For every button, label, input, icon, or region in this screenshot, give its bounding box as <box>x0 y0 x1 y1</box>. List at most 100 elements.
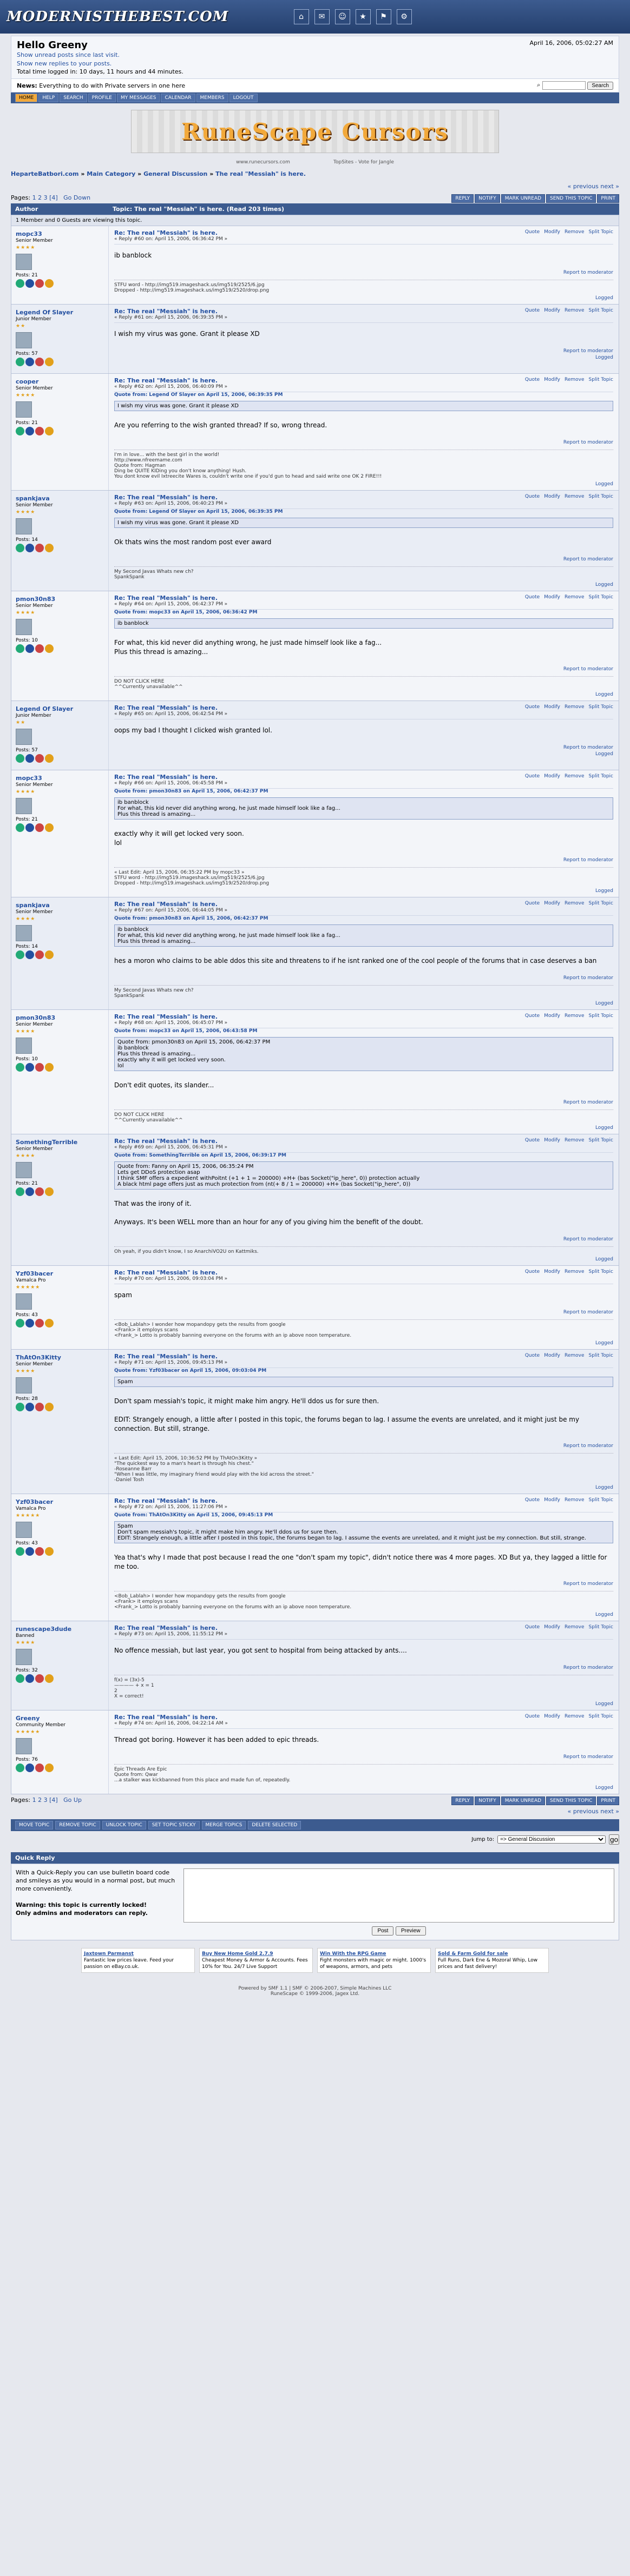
email-icon[interactable] <box>35 1763 44 1772</box>
quote-header[interactable]: Quote from: pmon30n83 on April 15, 2006,… <box>114 789 613 794</box>
profile-icon[interactable] <box>16 823 24 832</box>
prev-next-link-bottom[interactable]: « previous next » <box>568 1808 619 1815</box>
jump-go-button[interactable]: go <box>609 1834 619 1845</box>
email-icon[interactable] <box>35 544 44 552</box>
post-title[interactable]: Re: The real "Messiah" is here. <box>114 1138 218 1145</box>
poster-name[interactable]: pmon30n83 <box>16 1014 104 1021</box>
remove-button[interactable]: Remove <box>565 494 585 499</box>
email-icon[interactable] <box>35 754 44 763</box>
quote-button[interactable]: Quote <box>525 901 540 906</box>
user-icon[interactable]: ☺ <box>334 9 350 24</box>
website-icon[interactable] <box>25 544 34 552</box>
email-icon[interactable] <box>35 1187 44 1196</box>
quote-button[interactable]: Quote <box>525 774 540 779</box>
split-topic-button[interactable]: Split Topic <box>589 1269 613 1274</box>
website-icon[interactable] <box>25 644 34 653</box>
email-icon[interactable] <box>35 1319 44 1327</box>
pm-icon[interactable] <box>45 1063 54 1072</box>
crumb-category[interactable]: Main Category <box>87 170 135 177</box>
profile-icon[interactable] <box>16 1403 24 1411</box>
quote-button[interactable]: Quote <box>525 377 540 382</box>
post-title[interactable]: Re: The real "Messiah" is here. <box>114 901 218 908</box>
pm-icon[interactable] <box>45 1763 54 1772</box>
poster-name[interactable]: mopc33 <box>16 775 104 782</box>
remove-button[interactable]: Remove <box>565 1269 585 1274</box>
search-button[interactable]: Search <box>587 81 613 90</box>
modify-button[interactable]: Modify <box>544 1353 560 1358</box>
email-icon[interactable] <box>35 1674 44 1683</box>
split-topic-button[interactable]: Split Topic <box>589 1624 613 1630</box>
search-input[interactable] <box>542 81 586 90</box>
modify-button[interactable]: Modify <box>544 377 560 382</box>
post-title[interactable]: Re: The real "Messiah" is here. <box>114 1624 218 1632</box>
menu-item-calendar[interactable]: CALENDAR <box>161 94 195 102</box>
menu-item-search[interactable]: SEARCH <box>60 94 87 102</box>
post-title[interactable]: Re: The real "Messiah" is here. <box>114 1013 218 1020</box>
notify-button[interactable]: NOTIFY <box>475 194 500 203</box>
email-icon[interactable] <box>35 1403 44 1411</box>
menu-item-help[interactable]: HELP <box>38 94 59 102</box>
report-link[interactable]: Report to moderator <box>114 1306 613 1316</box>
modify-button[interactable]: Modify <box>544 774 560 779</box>
email-icon[interactable] <box>35 358 44 366</box>
quote-header[interactable]: Quote from: SomethingTerrible on April 1… <box>114 1153 613 1158</box>
website-icon[interactable] <box>25 823 34 832</box>
profile-icon[interactable] <box>16 1547 24 1556</box>
split-topic-button[interactable]: Split Topic <box>589 774 613 779</box>
menu-item-members[interactable]: MEMBERS <box>196 94 228 102</box>
crumb-site[interactable]: HeparteBatbori.com <box>11 170 79 177</box>
poster-name[interactable]: runescape3dude <box>16 1626 104 1633</box>
post-title[interactable]: Re: The real "Messiah" is here. <box>114 774 218 781</box>
profile-icon[interactable] <box>16 279 24 288</box>
profile-icon[interactable] <box>16 427 24 435</box>
email-icon[interactable] <box>35 279 44 288</box>
menu-item-home[interactable]: HOME <box>15 94 38 102</box>
modify-button[interactable]: Modify <box>544 1497 560 1503</box>
quote-button[interactable]: Quote <box>525 704 540 710</box>
quote-button[interactable]: Quote <box>525 1269 540 1274</box>
remove-button[interactable]: Remove <box>565 1624 585 1630</box>
modify-button[interactable]: Modify <box>544 1714 560 1719</box>
quote-button[interactable]: Quote <box>525 308 540 313</box>
post-title[interactable]: Re: The real "Messiah" is here. <box>114 1497 218 1504</box>
email-icon[interactable] <box>35 1547 44 1556</box>
set-topic-sticky-button[interactable]: SET TOPIC STICKY <box>148 1821 200 1829</box>
email-icon[interactable] <box>35 644 44 653</box>
quote-header[interactable]: Quote from: Legend Of Slayer on April 15… <box>114 509 613 514</box>
pm-icon[interactable] <box>45 950 54 959</box>
poster-name[interactable]: mopc33 <box>16 230 104 237</box>
site-logo[interactable]: MODERNISTHEBEST.COM <box>6 9 229 25</box>
pm-icon[interactable] <box>45 1547 54 1556</box>
website-icon[interactable] <box>25 1547 34 1556</box>
website-icon[interactable] <box>25 1403 34 1411</box>
preview-button[interactable]: Preview <box>395 1926 426 1936</box>
jump-select[interactable]: => General Discussion <box>497 1835 606 1844</box>
split-topic-button[interactable]: Split Topic <box>589 308 613 313</box>
modify-button[interactable]: Modify <box>544 494 560 499</box>
poster-name[interactable]: Legend Of Slayer <box>16 309 104 316</box>
pm-icon[interactable] <box>45 1319 54 1327</box>
modify-button[interactable]: Modify <box>544 595 560 600</box>
website-icon[interactable] <box>25 1763 34 1772</box>
pm-icon[interactable] <box>45 754 54 763</box>
report-link[interactable]: Report to moderator <box>114 663 613 673</box>
website-icon[interactable] <box>25 950 34 959</box>
remove-button[interactable]: Remove <box>565 901 585 906</box>
website-icon[interactable] <box>25 1063 34 1072</box>
remove-button[interactable]: Remove <box>565 774 585 779</box>
poster-name[interactable]: cooper <box>16 378 104 385</box>
menu-item-profile[interactable]: PROFILE <box>88 94 116 102</box>
banner-ad[interactable]: RuneScape Cursors <box>11 107 619 156</box>
split-topic-button[interactable]: Split Topic <box>589 1714 613 1719</box>
profile-icon[interactable] <box>16 1319 24 1327</box>
quote-button[interactable]: Quote <box>525 595 540 600</box>
move-topic-button[interactable]: MOVE TOPIC <box>15 1821 54 1829</box>
quote-header[interactable]: Quote from: Yzf03bacer on April 15, 2006… <box>114 1368 613 1373</box>
merge-topics-button[interactable]: MERGE TOPICS <box>201 1821 246 1829</box>
quick-reply-header[interactable]: Quick Reply <box>11 1852 619 1864</box>
report-link[interactable]: Report to moderator <box>114 1233 613 1243</box>
profile-icon[interactable] <box>16 950 24 959</box>
poster-name[interactable]: spankjava <box>16 902 104 909</box>
new-replies-link[interactable]: Show new replies to your posts. <box>17 60 183 68</box>
pm-icon[interactable] <box>45 823 54 832</box>
